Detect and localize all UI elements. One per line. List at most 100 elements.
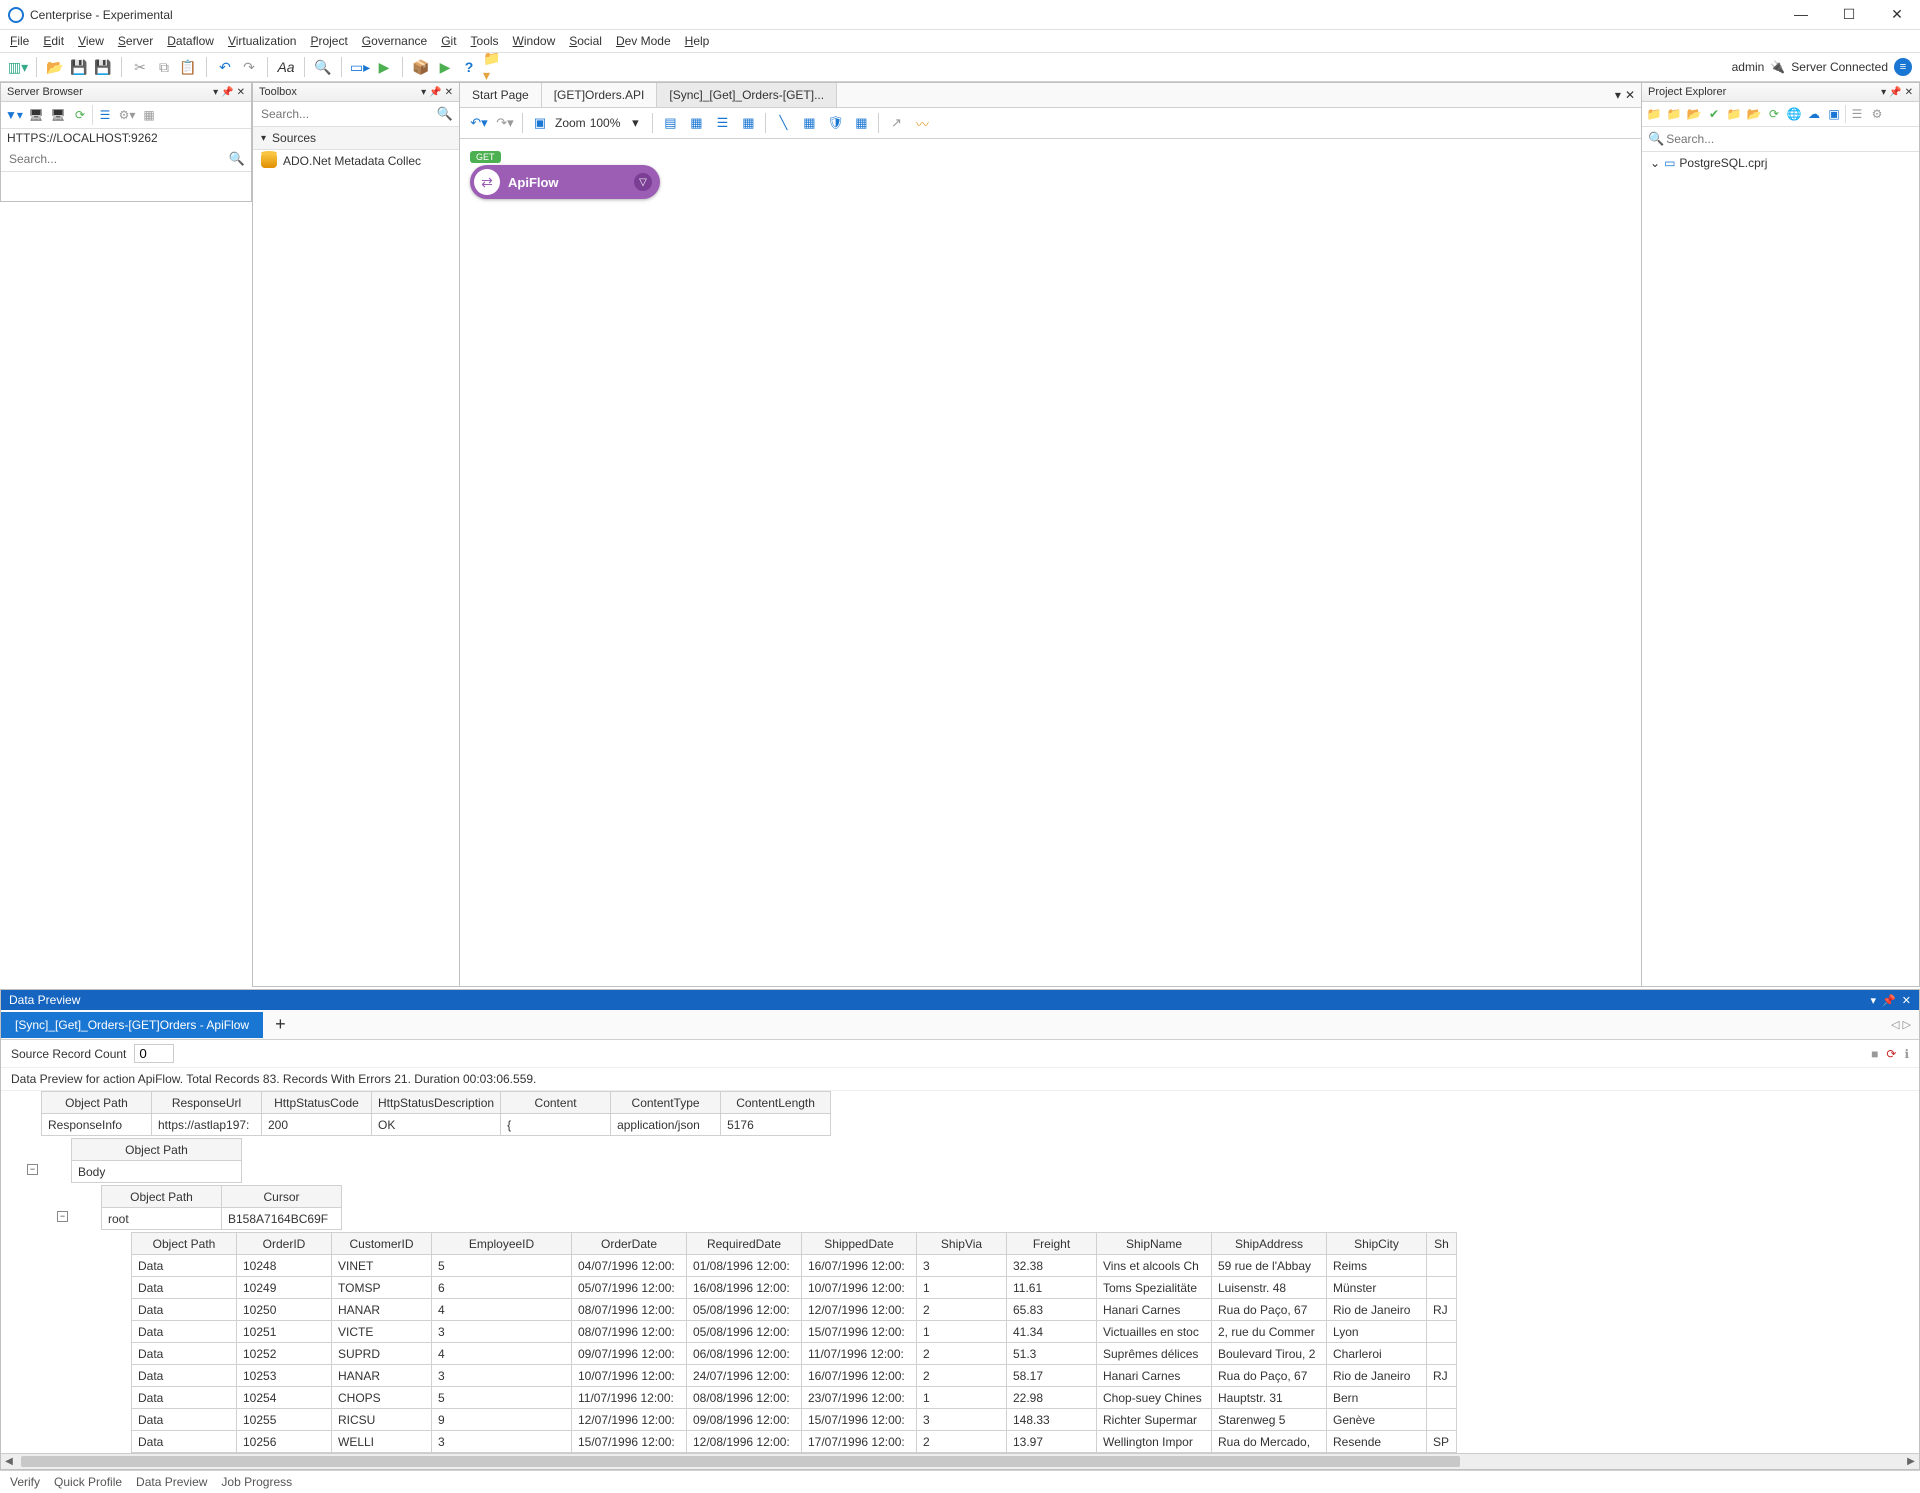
info-icon[interactable]: ℹ <box>1904 1047 1909 1061</box>
toolbox-category-sources[interactable]: Sources <box>253 127 459 150</box>
undo-icon[interactable]: ↶▾ <box>468 112 490 134</box>
grid-cfg-icon[interactable]: ▦ <box>798 112 820 134</box>
paste-icon[interactable]: 📋 <box>178 57 198 77</box>
pe-cloud-icon[interactable]: ☁ <box>1805 105 1823 123</box>
search-icon[interactable]: 🔍 <box>1648 131 1664 147</box>
panel-pin-icon[interactable]: 📌 <box>1889 87 1901 98</box>
bottom-tab-verify[interactable]: Verify <box>10 1475 40 1489</box>
run-icon[interactable]: ▭▸ <box>350 57 370 77</box>
list-icon[interactable]: ☰ <box>95 105 115 125</box>
menu-social[interactable]: Social <box>569 34 602 48</box>
status-badge-icon[interactable]: ≡ <box>1894 58 1912 76</box>
search-icon[interactable]: 🔍 <box>229 151 245 167</box>
bottom-tab-data-preview[interactable]: Data Preview <box>136 1475 207 1489</box>
maximize-button[interactable]: ☐ <box>1834 6 1864 23</box>
pe-icon-3[interactable]: 📂 <box>1685 105 1703 123</box>
table-row[interactable]: Data10255RICSU912/07/1996 12:00:09/08/19… <box>132 1409 1457 1431</box>
wave-icon[interactable]: 〰 <box>911 112 933 134</box>
server-add-icon[interactable]: 🖥 <box>26 105 46 125</box>
panel-dropdown-icon[interactable]: ▾ <box>213 87 218 98</box>
node-dropdown-icon[interactable]: ▽ <box>634 173 652 191</box>
bottom-tab-job-progress[interactable]: Job Progress <box>221 1475 292 1489</box>
canvas[interactable]: GET ⇄ ApiFlow ▽ <box>460 139 1641 986</box>
toolbox-search-input[interactable] <box>259 105 437 123</box>
apiflow-node[interactable]: ⇄ ApiFlow ▽ <box>470 165 660 199</box>
panel-close-icon[interactable]: ✕ <box>445 87 453 98</box>
filter-icon[interactable]: ▼▾ <box>4 105 24 125</box>
shield-icon[interactable]: 🛡 <box>824 112 846 134</box>
menu-dev-mode[interactable]: Dev Mode <box>616 34 671 48</box>
folder-icon[interactable]: 📁▾ <box>483 57 503 77</box>
package-icon[interactable]: 📦 <box>411 57 431 77</box>
pe-list-icon[interactable]: ☰ <box>1848 105 1866 123</box>
stop-icon[interactable]: ■ <box>1871 1047 1878 1061</box>
collapse-button[interactable]: − <box>57 1211 68 1222</box>
horizontal-scrollbar[interactable]: ◀ ▶ <box>1 1453 1919 1469</box>
new-icon[interactable]: ▥▾ <box>8 57 28 77</box>
menu-file[interactable]: File <box>10 34 29 48</box>
pe-refresh-icon[interactable]: ⟳ <box>1765 105 1783 123</box>
table-row[interactable]: Data10252SUPRD409/07/1996 12:00:06/08/19… <box>132 1343 1457 1365</box>
table-row[interactable]: Data10248VINET504/07/1996 12:00:01/08/19… <box>132 1255 1457 1277</box>
refresh-data-icon[interactable]: ⟳ <box>1886 1047 1896 1061</box>
editor-tab[interactable]: [Sync]_[Get]_Orders-[GET]... <box>657 83 837 107</box>
redo-icon[interactable]: ↷▾ <box>494 112 516 134</box>
panel-pin-icon[interactable]: 📌 <box>1882 994 1896 1007</box>
bottom-tab-quick-profile[interactable]: Quick Profile <box>54 1475 122 1489</box>
pe-gear-icon[interactable]: ⚙ <box>1868 105 1886 123</box>
table-row[interactable]: Data10250HANAR408/07/1996 12:00:05/08/19… <box>132 1299 1457 1321</box>
table-row[interactable]: Data10251VICTE308/07/1996 12:00:05/08/19… <box>132 1321 1457 1343</box>
editor-tab[interactable]: [GET]Orders.API <box>542 83 658 107</box>
tab-close-icon[interactable]: ✕ <box>1625 88 1635 102</box>
save-all-icon[interactable]: 💾 <box>93 57 113 77</box>
pe-db-icon[interactable]: ▣ <box>1825 105 1843 123</box>
save-icon[interactable]: 💾 <box>69 57 89 77</box>
table-row[interactable]: Data10249TOMSP605/07/1996 12:00:16/08/19… <box>132 1277 1457 1299</box>
font-icon[interactable]: Aa <box>276 57 296 77</box>
pe-globe-icon[interactable]: 🌐 <box>1785 105 1803 123</box>
pe-icon-1[interactable]: 📁 <box>1645 105 1663 123</box>
menu-view[interactable]: View <box>78 34 104 48</box>
help-icon[interactable]: ? <box>459 57 479 77</box>
layout3-icon[interactable]: ☰ <box>711 112 733 134</box>
menu-window[interactable]: Window <box>513 34 556 48</box>
calendar-icon[interactable]: ▦ <box>850 112 872 134</box>
search-icon[interactable]: 🔍 <box>437 106 453 122</box>
copy-icon[interactable]: ⧉ <box>154 57 174 77</box>
export-icon[interactable]: ↗ <box>885 112 907 134</box>
layout2-icon[interactable]: ▦ <box>685 112 707 134</box>
collapse-button[interactable]: − <box>27 1164 38 1175</box>
pe-icon-5[interactable]: 📁 <box>1725 105 1743 123</box>
close-button[interactable]: ✕ <box>1882 6 1912 23</box>
cut-icon[interactable]: ✂ <box>130 57 150 77</box>
menu-server[interactable]: Server <box>118 34 153 48</box>
pe-icon-6[interactable]: 📂 <box>1745 105 1763 123</box>
src-count-input[interactable] <box>134 1044 174 1063</box>
data-grid[interactable]: + Object PathResponseUrlHttpStatusCodeHt… <box>1 1091 1919 1453</box>
grid-icon[interactable]: ▦ <box>139 105 159 125</box>
menu-help[interactable]: Help <box>685 34 710 48</box>
panel-close-icon[interactable]: ✕ <box>1902 994 1911 1007</box>
refresh-icon[interactable]: ⟳ <box>70 105 90 125</box>
toolbox-item-ado[interactable]: ADO.Net Metadata Collec <box>253 150 459 172</box>
server-search-input[interactable] <box>7 150 229 168</box>
panel-close-icon[interactable]: ✕ <box>237 87 245 98</box>
menu-governance[interactable]: Governance <box>362 34 427 48</box>
table-icon[interactable]: ▦ <box>737 112 759 134</box>
menu-virtualization[interactable]: Virtualization <box>228 34 297 48</box>
menu-git[interactable]: Git <box>441 34 456 48</box>
deploy-icon[interactable]: ▶ <box>374 57 394 77</box>
layout1-icon[interactable]: ▤ <box>659 112 681 134</box>
pe-icon-4[interactable]: ✔ <box>1705 105 1723 123</box>
redo-icon[interactable]: ↷ <box>239 57 259 77</box>
fit-icon[interactable]: ▣ <box>529 112 551 134</box>
settings-icon[interactable]: ⚙▾ <box>117 105 137 125</box>
scroll-right-icon[interactable]: ▶ <box>1903 1454 1919 1469</box>
line-icon[interactable]: ╲ <box>772 112 794 134</box>
server-remove-icon[interactable]: 🖥 <box>48 105 68 125</box>
menu-edit[interactable]: Edit <box>43 34 64 48</box>
find-icon[interactable]: 🔍 <box>313 57 333 77</box>
project-root[interactable]: ⌄ ▭ PostgreSQL.cprj <box>1650 156 1911 170</box>
table-row[interactable]: Data10253HANAR310/07/1996 12:00:24/07/19… <box>132 1365 1457 1387</box>
play-icon[interactable]: ▶ <box>435 57 455 77</box>
